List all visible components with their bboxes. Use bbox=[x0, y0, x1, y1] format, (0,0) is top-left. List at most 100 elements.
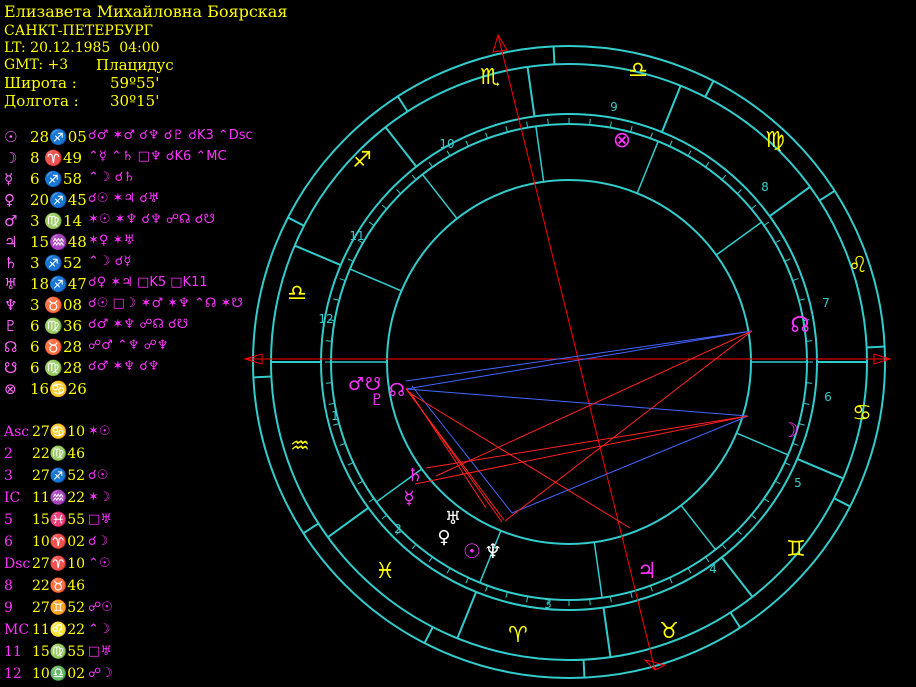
house-cusp bbox=[327, 506, 369, 538]
sign-divider bbox=[423, 626, 434, 644]
aspect-line bbox=[405, 388, 749, 417]
zodiac-sign: ♊ bbox=[786, 537, 806, 562]
degree-tick bbox=[792, 278, 799, 282]
degree-tick bbox=[485, 132, 489, 139]
sign-divider bbox=[302, 522, 320, 535]
degree-tick bbox=[411, 543, 417, 550]
degree-tick bbox=[750, 204, 757, 210]
planet-node-icon: ☊ bbox=[389, 380, 405, 401]
sign-divider bbox=[287, 216, 305, 227]
house-cusp bbox=[769, 186, 811, 218]
degree-tick bbox=[446, 567, 451, 574]
sign-divider bbox=[552, 46, 556, 65]
sign-divider bbox=[729, 611, 742, 629]
planet-jupiter-icon: ♃ bbox=[637, 559, 657, 584]
house-cusp bbox=[660, 85, 682, 133]
aspect-line bbox=[425, 415, 749, 469]
house-number: 4 bbox=[709, 562, 717, 576]
sign-divider bbox=[704, 80, 715, 98]
planet-mercury-icon: ☿ bbox=[403, 488, 414, 509]
degree-tick bbox=[328, 402, 335, 405]
house-number: 7 bbox=[822, 296, 830, 310]
degree-tick bbox=[630, 591, 633, 598]
degree-tick bbox=[721, 543, 727, 550]
degree-tick bbox=[803, 402, 810, 405]
house-number: 12 bbox=[318, 312, 333, 326]
degree-tick bbox=[763, 221, 770, 226]
degree-tick bbox=[381, 204, 388, 210]
degree-tick bbox=[347, 462, 354, 466]
house-cusp bbox=[384, 126, 418, 168]
degree-tick bbox=[774, 239, 781, 244]
degree-tick bbox=[609, 596, 612, 603]
house-cusp-inner bbox=[535, 126, 545, 182]
house-cusp-inner bbox=[636, 141, 659, 194]
degree-tick bbox=[792, 442, 799, 446]
degree-tick bbox=[750, 514, 757, 520]
degree-tick bbox=[325, 340, 332, 342]
house-cusp bbox=[602, 607, 612, 658]
degree-tick bbox=[428, 556, 433, 563]
degree-tick bbox=[649, 585, 653, 592]
sign-divider bbox=[818, 189, 836, 202]
house-cusp-inner bbox=[715, 221, 762, 256]
degree-tick bbox=[784, 462, 791, 466]
degree-tick bbox=[687, 567, 692, 574]
zodiac-sign: ♉ bbox=[659, 619, 679, 644]
degree-tick bbox=[736, 529, 742, 535]
planet-sun-icon: ☉ bbox=[463, 539, 481, 563]
degree-tick bbox=[339, 442, 346, 446]
degree-tick bbox=[446, 150, 451, 157]
degree-tick bbox=[784, 258, 791, 262]
degree-tick bbox=[705, 161, 710, 168]
house-number: 6 bbox=[824, 390, 832, 404]
aspect-line bbox=[409, 391, 487, 509]
degree-tick bbox=[547, 118, 549, 125]
zodiac-sign: ♋ bbox=[852, 401, 872, 426]
sign-divider bbox=[866, 345, 885, 349]
planet-pluto-icon: ♇ bbox=[370, 390, 384, 409]
aspect-line bbox=[414, 415, 749, 485]
degree-tick bbox=[368, 221, 375, 226]
degree-tick bbox=[526, 121, 529, 128]
degree-tick bbox=[505, 126, 508, 133]
degree-tick bbox=[798, 298, 805, 301]
degree-tick bbox=[721, 174, 727, 181]
sign-divider bbox=[833, 497, 851, 508]
zodiac-sign: ♓ bbox=[375, 559, 395, 584]
zodiac-sign: ♍ bbox=[765, 128, 785, 153]
degree-tick bbox=[609, 121, 612, 128]
planet-node-icon: ☊ bbox=[790, 313, 810, 338]
house-number: 3 bbox=[544, 597, 552, 611]
degree-tick bbox=[368, 498, 375, 503]
degree-tick bbox=[526, 596, 529, 603]
house-cusp bbox=[526, 66, 536, 117]
aspect-line bbox=[411, 385, 513, 514]
degree-tick bbox=[325, 382, 332, 384]
degree-tick bbox=[589, 599, 591, 606]
house-cusp bbox=[456, 591, 478, 639]
degree-tick bbox=[357, 480, 364, 485]
degree-tick bbox=[774, 480, 781, 485]
degree-tick bbox=[339, 278, 346, 282]
planet-uranus-icon: ♅ bbox=[445, 508, 461, 529]
sign-divider bbox=[396, 95, 409, 113]
house-cusp bbox=[720, 556, 754, 598]
house-cusp-inner bbox=[680, 504, 717, 551]
degree-tick bbox=[396, 189, 402, 195]
house-cusp bbox=[294, 244, 342, 267]
aspect-line bbox=[405, 330, 753, 382]
zodiac-sign: ♐ bbox=[352, 148, 372, 173]
zodiac-sign: ♈ bbox=[508, 623, 528, 648]
house-cusp-inner bbox=[593, 542, 603, 598]
degree-tick bbox=[333, 298, 340, 301]
house-number: 9 bbox=[610, 100, 618, 114]
aspect-line bbox=[405, 330, 753, 390]
degree-tick bbox=[411, 174, 417, 181]
degree-tick bbox=[428, 161, 433, 168]
degree-tick bbox=[687, 150, 692, 157]
degree-tick bbox=[485, 585, 489, 592]
sign-divider bbox=[582, 659, 586, 678]
planet-venus-icon: ♀ bbox=[437, 527, 450, 548]
degree-tick bbox=[589, 118, 591, 125]
